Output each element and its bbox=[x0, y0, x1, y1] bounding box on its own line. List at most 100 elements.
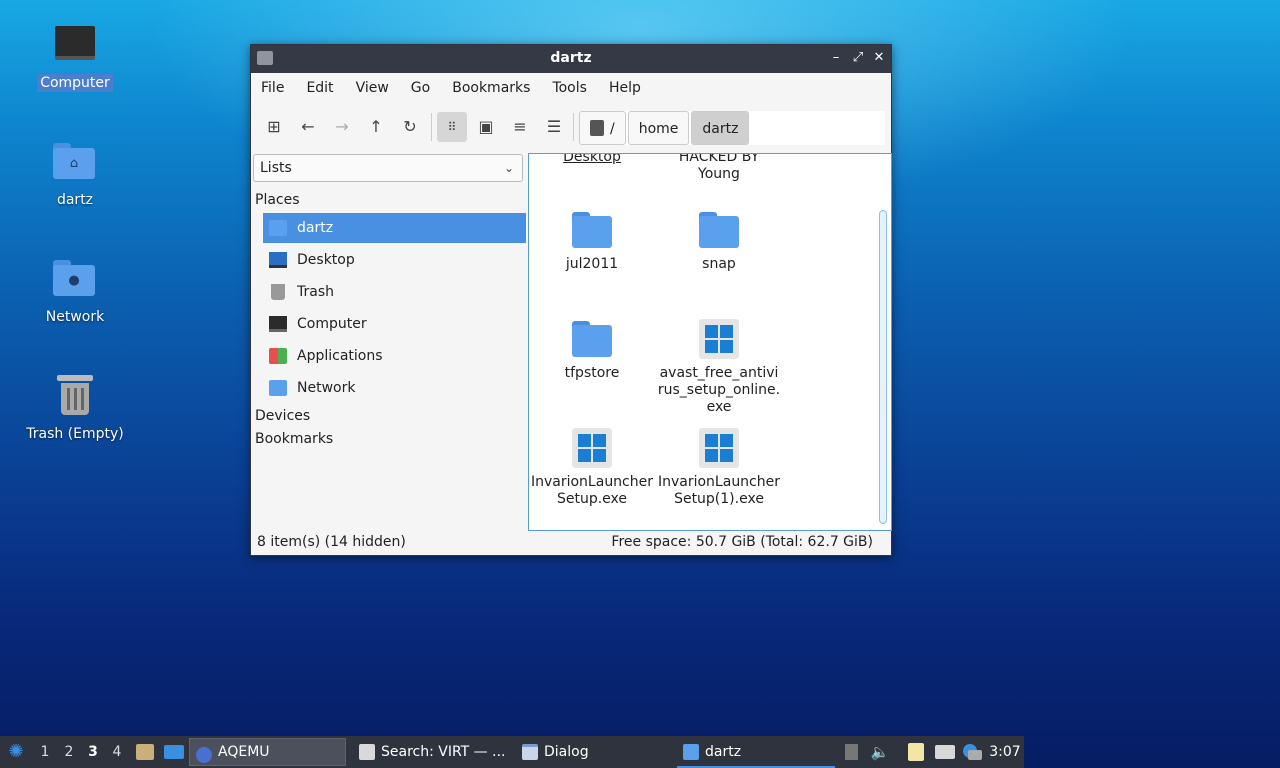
path-bar: / home dartz bbox=[579, 111, 885, 145]
show-desktop-icon[interactable] bbox=[162, 736, 184, 768]
file-item[interactable]: HACKED BY Young bbox=[669, 153, 769, 183]
trash-icon bbox=[271, 284, 285, 300]
clock[interactable]: 3:07 bbox=[988, 736, 1022, 768]
chevron-down-icon: ⌄ bbox=[503, 161, 514, 175]
file-name: InvarionLauncherSetup(1).exe bbox=[657, 474, 780, 507]
clipboard-icon[interactable] bbox=[906, 736, 926, 768]
thumbnail-view-icon[interactable]: ▣ bbox=[471, 112, 501, 142]
home-folder-icon bbox=[269, 220, 287, 236]
sidebar: Lists ⌄ Places dartz Desktop Trash Compu… bbox=[251, 153, 527, 533]
menu-edit[interactable]: Edit bbox=[306, 80, 333, 96]
computer-icon bbox=[51, 20, 99, 68]
sidebar-item-dartz[interactable]: dartz bbox=[263, 213, 526, 243]
applications-icon bbox=[269, 348, 287, 364]
file-item[interactable]: InvarionLauncherSetup(1).exe bbox=[657, 428, 781, 508]
folder-icon bbox=[571, 319, 613, 359]
task-search[interactable]: Search: VIRT — ... bbox=[353, 736, 511, 768]
toolbar: ⊞ ← → ↑ ↻ ⠿ ▣ ≡ ☰ / home dartz bbox=[251, 103, 891, 147]
file-item[interactable]: avast_free_antivirus_setup_online.exe bbox=[657, 319, 781, 416]
reload-icon[interactable]: ↻ bbox=[395, 112, 425, 142]
path-crumb-root[interactable]: / bbox=[579, 111, 626, 145]
file-item[interactable]: tfpstore bbox=[530, 319, 654, 382]
search-task-icon bbox=[359, 744, 375, 760]
sidebar-item-network[interactable]: Network bbox=[263, 373, 526, 403]
desktop-icon-home[interactable]: ⌂ dartz bbox=[20, 137, 130, 209]
devices-heading[interactable]: Devices bbox=[255, 408, 310, 424]
volume-icon[interactable]: 🔈 bbox=[870, 736, 890, 768]
side-pane-mode-select[interactable]: Lists ⌄ bbox=[253, 154, 523, 182]
bookmarks-heading[interactable]: Bookmarks bbox=[255, 431, 333, 447]
desktop-icon-trash[interactable]: Trash (Empty) bbox=[20, 371, 130, 443]
close-button[interactable]: ✕ bbox=[870, 49, 888, 67]
desktop-icon bbox=[269, 252, 287, 268]
file-item[interactable]: snap bbox=[657, 210, 781, 273]
sidebar-item-computer[interactable]: Computer bbox=[263, 309, 526, 339]
path-crumb-dartz[interactable]: dartz bbox=[691, 111, 750, 145]
file-name: snap bbox=[702, 256, 736, 272]
folder-icon bbox=[698, 210, 740, 250]
task-aqemu[interactable]: AQEMU bbox=[189, 738, 346, 766]
forward-arrow-icon[interactable]: → bbox=[327, 112, 357, 142]
file-list-pane[interactable]: Desktop HACKED BY Young jul2011 snap tfp… bbox=[528, 153, 892, 531]
minimize-button[interactable]: – bbox=[827, 49, 845, 67]
status-bar: 8 item(s) (14 hidden) Free space: 50.7 G… bbox=[251, 531, 891, 555]
toolbar-separator bbox=[431, 113, 432, 141]
workspace-2[interactable]: 2 bbox=[58, 736, 80, 768]
workspace-3[interactable]: 3 bbox=[82, 736, 104, 768]
window-title: dartz bbox=[550, 50, 592, 66]
windows-exe-icon bbox=[698, 319, 740, 359]
network-folder-icon: ● bbox=[51, 254, 99, 302]
workspace-1[interactable]: 1 bbox=[34, 736, 56, 768]
menu-file[interactable]: File bbox=[261, 80, 284, 96]
up-arrow-icon[interactable]: ↑ bbox=[361, 112, 391, 142]
path-crumb-home[interactable]: home bbox=[627, 111, 690, 145]
new-tab-icon[interactable]: ⊞ bbox=[259, 112, 289, 142]
start-menu-icon[interactable]: ✺ bbox=[4, 736, 28, 768]
menu-tools[interactable]: Tools bbox=[552, 80, 587, 96]
sidebar-item-trash[interactable]: Trash bbox=[263, 277, 526, 307]
file-item[interactable]: Desktop bbox=[530, 154, 654, 166]
maximize-button[interactable]: ⤢ bbox=[849, 49, 867, 67]
compact-view-icon[interactable]: ≡ bbox=[505, 112, 535, 142]
sidebar-item-applications[interactable]: Applications bbox=[263, 341, 526, 371]
menu-go[interactable]: Go bbox=[411, 80, 430, 96]
file-name: HACKED BY Young bbox=[678, 153, 760, 182]
file-name: jul2011 bbox=[565, 256, 619, 272]
desktop-icon-label: Network bbox=[45, 309, 105, 325]
file-name: InvarionLauncherSetup.exe bbox=[530, 474, 653, 507]
taskbar: ✺ 1 2 3 4 AQEMU Search: VIRT — ... Dialo… bbox=[0, 736, 1024, 768]
trash-icon bbox=[51, 371, 99, 419]
menu-help[interactable]: Help bbox=[609, 80, 641, 96]
task-dartz[interactable]: dartz bbox=[677, 736, 835, 768]
folder-icon bbox=[683, 744, 699, 760]
network-connection-icon[interactable] bbox=[934, 736, 956, 768]
update-notifier-icon[interactable] bbox=[962, 736, 982, 768]
item-count: 8 item(s) (14 hidden) bbox=[257, 534, 406, 550]
menu-bookmarks[interactable]: Bookmarks bbox=[452, 80, 530, 96]
computer-icon bbox=[269, 316, 287, 332]
desktop-icon-network[interactable]: ● Network bbox=[20, 254, 130, 326]
menu-view[interactable]: View bbox=[356, 80, 389, 96]
desktop-icon-label: Trash (Empty) bbox=[26, 426, 124, 442]
detailed-list-view-icon[interactable]: ☰ bbox=[539, 112, 569, 142]
folder-icon bbox=[571, 210, 613, 250]
vertical-scrollbar[interactable] bbox=[879, 210, 887, 524]
places-heading[interactable]: Places bbox=[255, 192, 300, 208]
home-folder-icon: ⌂ bbox=[51, 137, 99, 185]
file-manager-launcher-icon[interactable] bbox=[134, 736, 154, 768]
file-name: tfpstore bbox=[564, 365, 620, 381]
file-item[interactable]: InvarionLauncherSetup.exe bbox=[530, 428, 654, 508]
windows-exe-icon bbox=[571, 428, 613, 468]
task-dialog[interactable]: Dialog bbox=[516, 736, 674, 768]
free-space: Free space: 50.7 GiB (Total: 62.7 GiB) bbox=[611, 534, 873, 550]
window-titlebar[interactable]: dartz – ⤢ ✕ bbox=[251, 45, 891, 73]
back-arrow-icon[interactable]: ← bbox=[293, 112, 323, 142]
menubar: File Edit View Go Bookmarks Tools Help bbox=[251, 73, 891, 103]
icon-view-icon[interactable]: ⠿ bbox=[437, 112, 467, 142]
workspace-4[interactable]: 4 bbox=[106, 736, 128, 768]
file-name: avast_free_antivirus_setup_online.exe bbox=[657, 365, 781, 415]
desktop-icon-computer[interactable]: Computer bbox=[20, 20, 130, 92]
file-item[interactable]: jul2011 bbox=[530, 210, 654, 273]
eject-icon[interactable] bbox=[844, 736, 860, 768]
sidebar-item-desktop[interactable]: Desktop bbox=[263, 245, 526, 275]
